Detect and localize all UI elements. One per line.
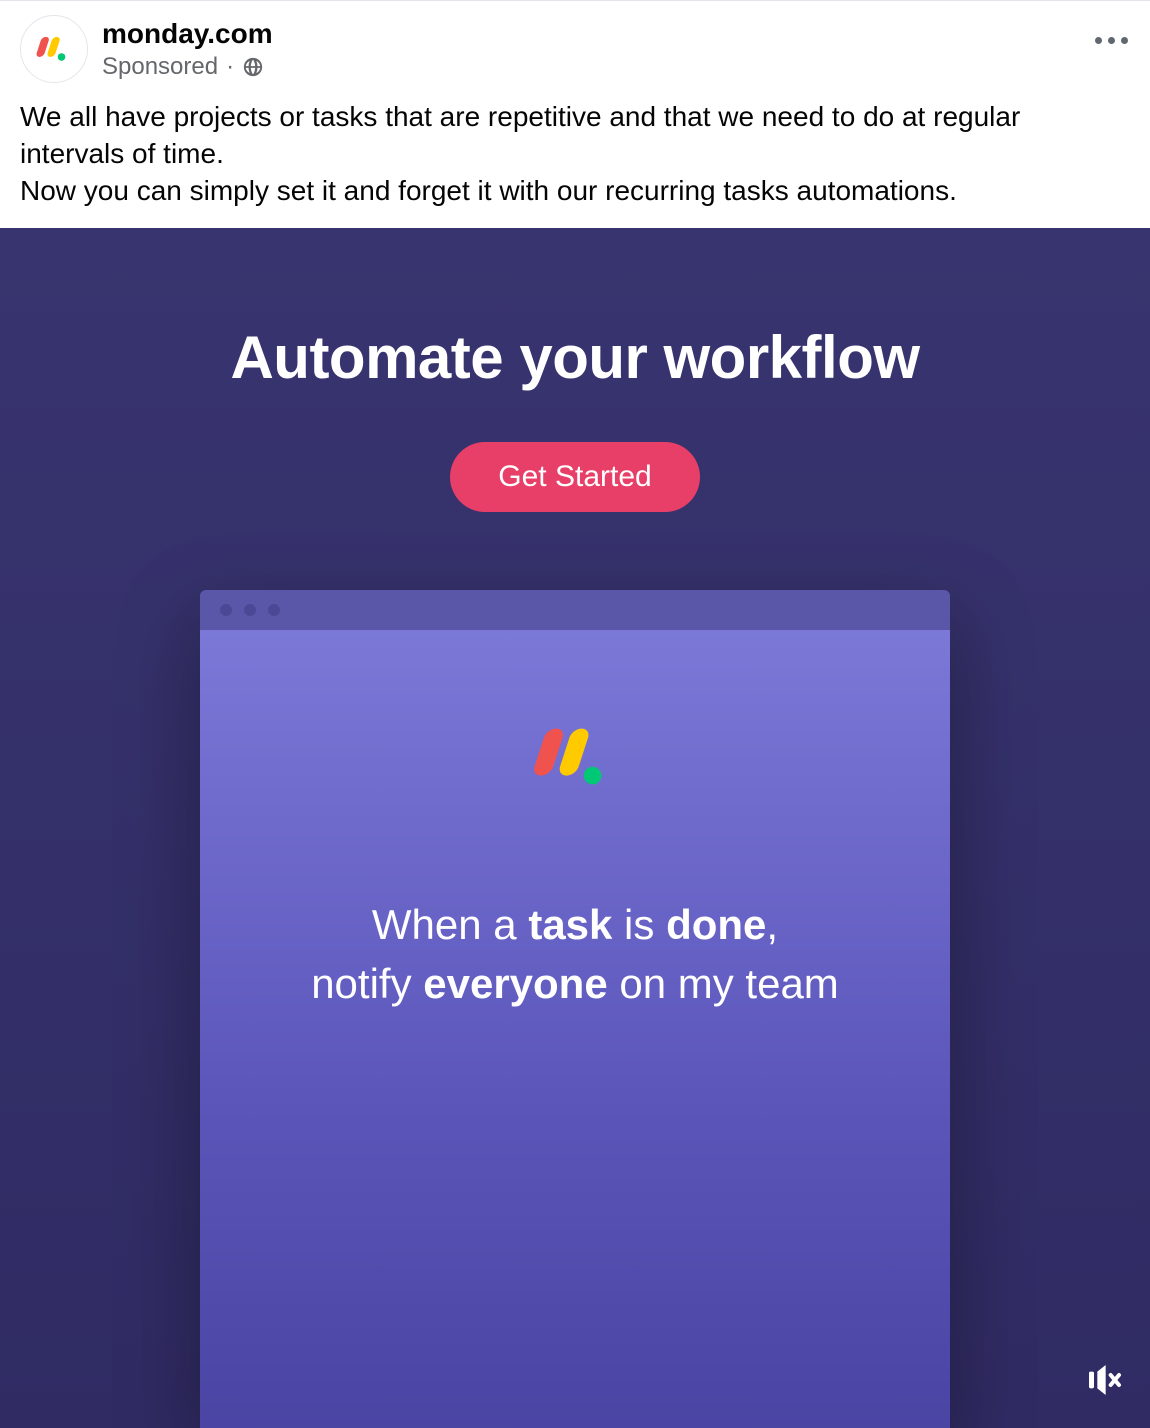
body-line-2: Now you can simply set it and forget it … <box>20 173 1130 210</box>
dot-icon <box>1095 37 1102 44</box>
get-started-button[interactable]: Get Started <box>450 442 699 512</box>
monday-logo-large <box>526 726 624 788</box>
browser-window-mock: When a task is done, notify everyone on … <box>200 590 950 1428</box>
page-avatar[interactable] <box>20 15 88 83</box>
window-body: When a task is done, notify everyone on … <box>200 630 950 1428</box>
automation-sentence: When a task is done, notify everyone on … <box>311 896 839 1014</box>
body-line-1: We all have projects or tasks that are r… <box>20 99 1130 173</box>
text-bold: task <box>528 901 612 948</box>
window-dot-icon <box>220 604 232 616</box>
page-name-link[interactable]: monday.com <box>102 17 273 51</box>
text-fragment: , <box>766 901 778 948</box>
mute-icon <box>1084 1360 1124 1400</box>
ad-creative[interactable]: Automate your workflow Get Started <box>0 228 1150 1428</box>
automation-line-2: notify everyone on my team <box>311 955 839 1014</box>
text-fragment: on my team <box>608 960 839 1007</box>
text-fragment: When a <box>372 901 528 948</box>
post-meta: monday.com Sponsored · <box>102 17 273 81</box>
window-dot-icon <box>244 604 256 616</box>
sponsored-post: monday.com Sponsored · We all have proje… <box>0 0 1150 1428</box>
text-fragment: notify <box>311 960 423 1007</box>
window-dot-icon <box>268 604 280 616</box>
dot-icon <box>1121 37 1128 44</box>
monday-logo-icon <box>33 28 75 70</box>
sponsored-label[interactable]: Sponsored <box>102 53 218 81</box>
window-titlebar <box>200 590 950 630</box>
text-fragment: is <box>612 901 666 948</box>
dot-icon <box>1108 37 1115 44</box>
mute-button[interactable] <box>1084 1360 1124 1400</box>
sponsored-row: Sponsored · <box>102 53 273 81</box>
globe-icon[interactable] <box>242 56 264 78</box>
post-header: monday.com Sponsored · <box>0 1 1150 93</box>
text-bold: done <box>666 901 766 948</box>
more-options-button[interactable] <box>1095 37 1128 44</box>
creative-headline: Automate your workflow <box>0 323 1150 392</box>
separator-dot: · <box>226 53 234 81</box>
monday-logo-icon <box>526 726 624 788</box>
text-bold: everyone <box>423 960 607 1007</box>
automation-line-1: When a task is done, <box>311 896 839 955</box>
post-body-text: We all have projects or tasks that are r… <box>0 93 1150 228</box>
